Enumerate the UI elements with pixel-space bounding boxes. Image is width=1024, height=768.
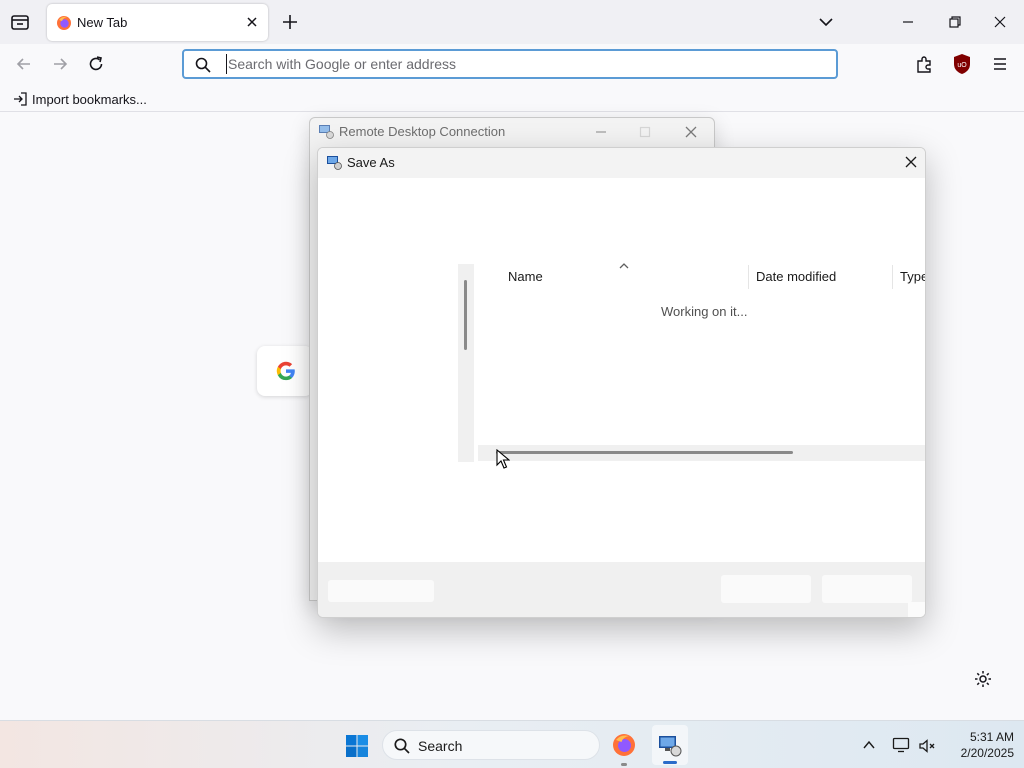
vertical-scrollbar-thumb[interactable] xyxy=(464,280,467,350)
network-icon[interactable] xyxy=(892,736,910,754)
taskbar-search-label: Search xyxy=(418,738,463,754)
system-clock[interactable]: 5:31 AM 2/20/2025 xyxy=(944,729,1014,761)
google-shortcut-tile[interactable] xyxy=(257,346,313,396)
close-dialog-icon[interactable] xyxy=(903,154,919,170)
remote-desktop-icon xyxy=(659,736,682,757)
cancel-button[interactable] xyxy=(822,575,912,603)
minimize-window-icon[interactable] xyxy=(898,12,918,32)
close-window-icon[interactable] xyxy=(990,12,1010,32)
close-tab-icon[interactable] xyxy=(244,14,260,30)
hide-folders-button[interactable] xyxy=(328,580,434,602)
remote-desktop-title: Remote Desktop Connection xyxy=(339,124,506,139)
clock-date: 2/20/2025 xyxy=(960,746,1014,760)
import-bookmarks-label: Import bookmarks... xyxy=(32,91,147,107)
close-window-icon[interactable] xyxy=(683,124,699,140)
import-icon xyxy=(14,92,27,106)
bookmarks-toolbar: Import bookmarks... xyxy=(0,86,1024,112)
tab-bar: New Tab xyxy=(0,0,1024,44)
chevron-down-icon[interactable] xyxy=(816,12,836,32)
windows-start-icon[interactable] xyxy=(345,734,369,758)
loading-status: Working on it... xyxy=(661,304,748,319)
save-as-titlebar: Save As xyxy=(318,148,925,178)
horizontal-scrollbar-thumb[interactable] xyxy=(496,451,793,454)
column-header-type[interactable]: Type xyxy=(900,269,925,284)
extensions-puzzle-icon[interactable] xyxy=(914,54,934,74)
taskbar: Search 5:31 AM 2/20/2025 xyxy=(0,720,1024,768)
column-separator[interactable] xyxy=(892,265,893,289)
show-hidden-icons-chevron-icon[interactable] xyxy=(861,737,877,753)
remote-desktop-taskbar-button[interactable] xyxy=(652,725,688,765)
vertical-scrollbar[interactable] xyxy=(458,264,474,462)
tab-list-icon[interactable] xyxy=(8,10,32,34)
back-arrow-icon[interactable] xyxy=(14,54,34,74)
remote-desktop-icon xyxy=(327,156,342,170)
tab-new-tab[interactable]: New Tab xyxy=(47,4,268,41)
resize-grip[interactable] xyxy=(908,602,925,617)
save-as-dialog: Save As Name Date modified Type Working … xyxy=(317,147,926,618)
google-g-icon xyxy=(276,361,295,381)
column-header-date-modified[interactable]: Date modified xyxy=(756,269,836,284)
mouse-cursor-icon xyxy=(496,449,510,469)
address-input[interactable] xyxy=(226,54,826,74)
column-separator[interactable] xyxy=(748,265,749,289)
new-tab-plus-icon[interactable] xyxy=(280,12,300,32)
firefox-icon xyxy=(57,16,71,30)
hamburger-menu-icon[interactable] xyxy=(990,54,1010,74)
svg-text:uO: uO xyxy=(957,62,967,69)
tab-title: New Tab xyxy=(77,15,128,30)
restore-window-icon[interactable] xyxy=(945,12,965,32)
sort-ascending-icon xyxy=(619,263,629,269)
maximize-window-icon[interactable] xyxy=(637,124,653,140)
search-icon xyxy=(394,738,410,754)
horizontal-scrollbar[interactable] xyxy=(478,445,925,461)
active-window-indicator xyxy=(663,761,677,764)
save-as-title: Save As xyxy=(347,155,395,170)
save-button[interactable] xyxy=(721,575,811,603)
minimize-window-icon[interactable] xyxy=(593,124,609,140)
speaker-muted-icon[interactable] xyxy=(918,737,936,755)
import-bookmarks-link[interactable]: Import bookmarks... xyxy=(12,91,147,107)
column-header-name[interactable]: Name xyxy=(508,269,543,284)
remote-desktop-icon xyxy=(319,125,334,139)
search-icon xyxy=(195,57,211,73)
gear-icon[interactable] xyxy=(973,669,993,689)
dialog-footer xyxy=(318,562,925,617)
running-indicator xyxy=(621,763,627,766)
firefox-taskbar-icon[interactable] xyxy=(612,733,636,757)
clock-time: 5:31 AM xyxy=(969,730,1014,744)
ublock-origin-icon[interactable]: uO xyxy=(952,53,972,75)
taskbar-search-box[interactable]: Search xyxy=(382,730,600,760)
navigation-toolbar: uO xyxy=(0,44,1024,86)
reload-icon[interactable] xyxy=(86,54,106,74)
address-bar[interactable] xyxy=(182,49,838,79)
forward-arrow-icon[interactable] xyxy=(50,54,70,74)
